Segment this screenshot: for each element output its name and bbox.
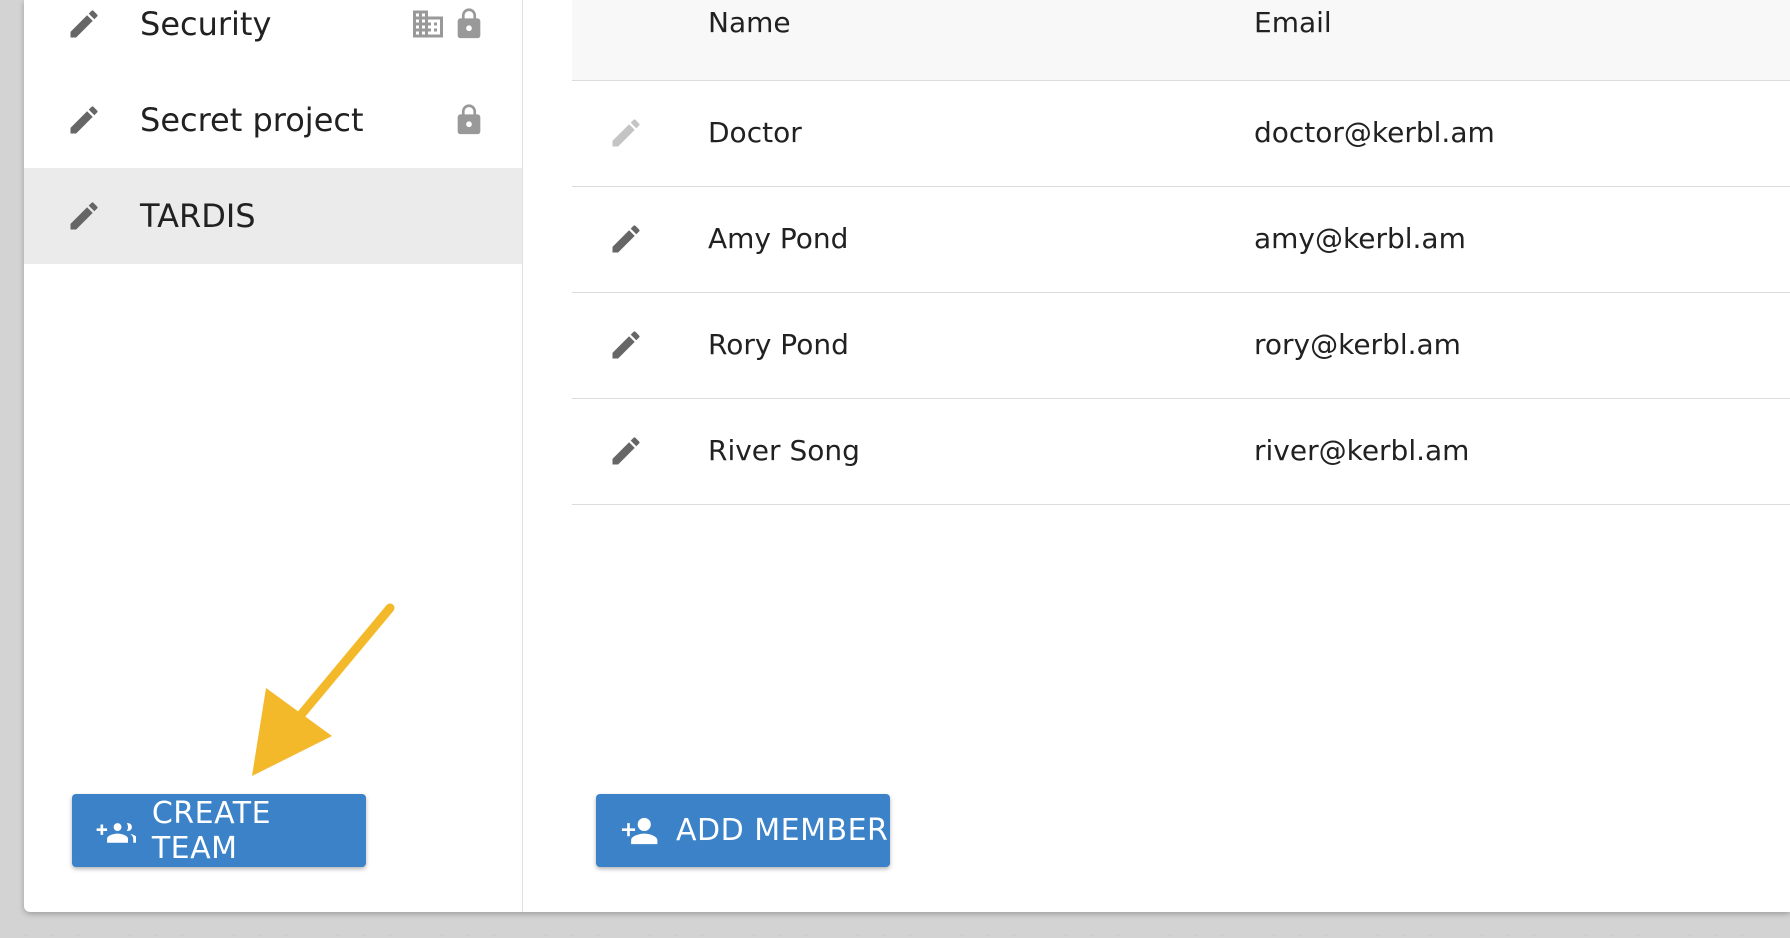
member-email: amy@kerbl.am <box>1254 222 1466 255</box>
member-name: Amy Pond <box>708 222 849 255</box>
pencil-icon[interactable] <box>66 102 102 138</box>
table-row: Doctor doctor@kerbl.am <box>572 80 1790 187</box>
pencil-icon-disabled <box>612 119 640 147</box>
pencil-icon[interactable] <box>608 433 644 469</box>
pencil-icon[interactable] <box>608 327 644 363</box>
member-name: Doctor <box>708 116 802 149</box>
team-name: Secret project <box>140 101 364 139</box>
table-row: Amy Pond amy@kerbl.am <box>572 186 1790 293</box>
add-group-icon <box>96 822 136 843</box>
pencil-icon[interactable] <box>66 6 102 42</box>
sidebar-item-secret-project[interactable]: Secret project <box>24 72 522 168</box>
annotation-arrow-icon <box>252 603 395 776</box>
member-email: river@kerbl.am <box>1254 434 1470 467</box>
lock-icon <box>457 8 481 39</box>
member-name: Rory Pond <box>708 328 849 361</box>
add-member-button[interactable]: ADD MEMBER <box>596 794 890 867</box>
members-table: Name Email Doctor doctor@kerbl.am Amy Po… <box>572 0 1790 912</box>
create-team-label: CREATE TEAM <box>151 795 272 866</box>
member-email: doctor@kerbl.am <box>1254 116 1495 149</box>
add-member-label: ADD MEMBER <box>676 813 889 848</box>
create-team-button[interactable]: CREATE TEAM <box>72 794 366 867</box>
building-icon <box>413 10 443 38</box>
member-name: River Song <box>708 434 860 467</box>
team-management-panel: Security Secret project TARDIS CREATE TE… <box>24 0 1790 912</box>
table-row: River Song river@kerbl.am <box>572 398 1790 505</box>
column-header-email: Email <box>1254 6 1332 39</box>
table-header: Name Email <box>572 0 1790 81</box>
column-header-name: Name <box>708 6 791 39</box>
lock-icon <box>457 104 481 135</box>
pencil-icon[interactable] <box>608 221 644 257</box>
team-name: Security <box>140 5 272 43</box>
pencil-icon[interactable] <box>66 198 102 234</box>
teams-sidebar: Security Secret project TARDIS CREATE TE… <box>24 0 523 912</box>
sidebar-item-tardis[interactable]: TARDIS <box>24 168 522 264</box>
team-name: TARDIS <box>140 197 256 235</box>
member-email: rory@kerbl.am <box>1254 328 1461 361</box>
table-row: Rory Pond rory@kerbl.am <box>572 292 1790 399</box>
sidebar-item-security[interactable]: Security <box>24 0 522 72</box>
add-person-icon <box>621 817 658 844</box>
